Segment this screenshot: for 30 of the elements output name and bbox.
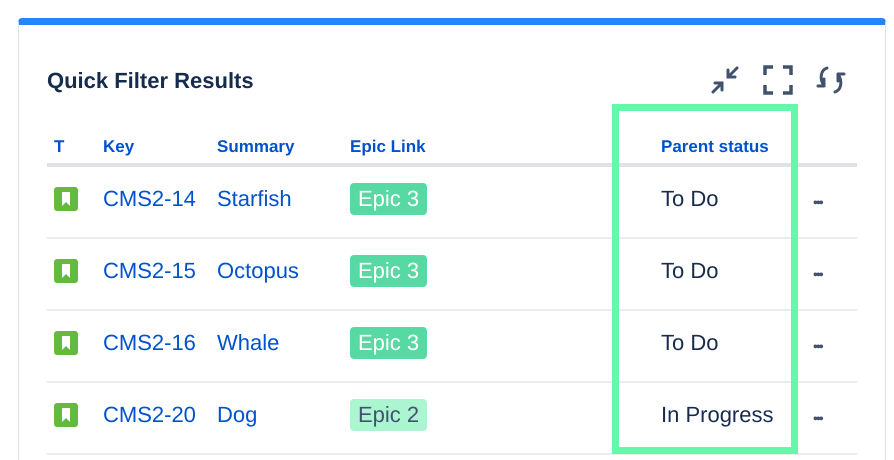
more-actions-button[interactable]: ••• (813, 336, 822, 356)
summary-link[interactable]: Whale (217, 330, 280, 354)
issue-key-link[interactable]: CMS2-20 (103, 402, 196, 426)
fullscreen-icon[interactable] (763, 65, 793, 95)
summary-link[interactable]: Starfish (217, 186, 292, 210)
issue-key-link[interactable]: CMS2-15 (103, 258, 196, 282)
more-actions-button[interactable]: ••• (813, 264, 822, 284)
story-icon (54, 259, 78, 283)
refresh-icon[interactable] (815, 64, 847, 96)
minimize-icon[interactable] (709, 64, 741, 96)
epic-tag[interactable]: Epic 2 (350, 398, 428, 430)
story-icon (54, 187, 78, 211)
status-text: To Do (661, 330, 718, 354)
gadget-title: Quick Filter Results (47, 66, 254, 94)
story-icon (54, 331, 78, 355)
status-text: In Progress (661, 402, 774, 426)
issue-key-link[interactable]: CMS2-16 (103, 330, 196, 354)
more-actions-button[interactable]: ••• (813, 408, 822, 428)
summary-link[interactable]: Octopus (217, 258, 299, 282)
status-text: To Do (661, 186, 718, 210)
story-icon (54, 403, 78, 427)
issue-key-link[interactable]: CMS2-14 (103, 186, 196, 210)
column-header[interactable]: Key (103, 137, 134, 156)
more-actions-button[interactable]: ••• (813, 192, 822, 212)
status-text: To Do (661, 258, 718, 282)
column-header[interactable]: T (54, 137, 64, 156)
column-header[interactable]: Epic Link (350, 137, 426, 156)
summary-link[interactable]: Dog (217, 402, 258, 426)
column-header[interactable]: Parent status (661, 137, 769, 156)
column-header[interactable]: Summary (217, 137, 294, 156)
